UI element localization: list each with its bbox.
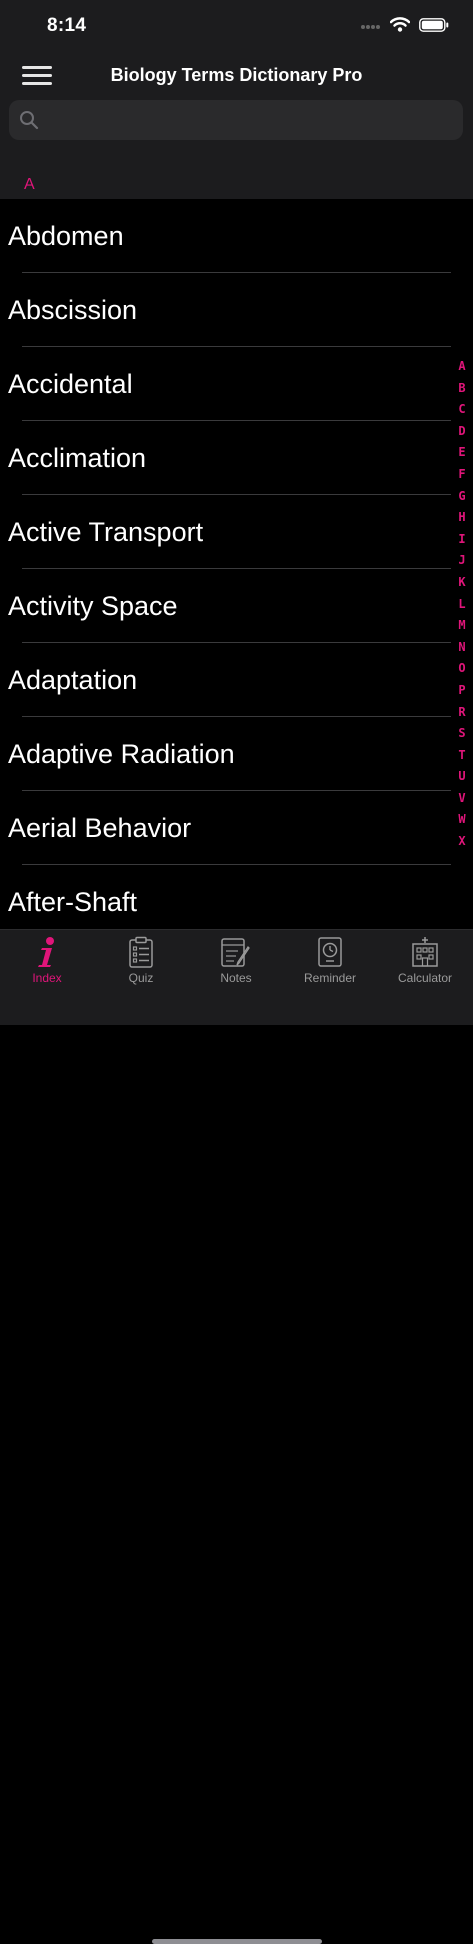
index-letter[interactable]: S	[458, 723, 465, 745]
index-letter[interactable]: E	[458, 442, 465, 464]
page-title: Biology Terms Dictionary Pro	[110, 65, 363, 85]
tab-bar: Index Quiz Notes Reminder Calculator	[0, 929, 473, 1944]
home-indicator	[152, 1939, 322, 1944]
section-letter: A	[24, 176, 35, 193]
index-letter[interactable]: L	[458, 594, 465, 616]
index-letter[interactable]: C	[458, 399, 465, 421]
list-item[interactable]: Active Transport	[0, 495, 451, 569]
navigation-bar: Biology Terms Dictionary Pro	[0, 52, 473, 100]
status-time: 8:14	[47, 15, 87, 36]
search-area	[0, 100, 473, 156]
tab-calculator[interactable]: Calculator	[378, 930, 472, 990]
tab-index[interactable]: Index	[0, 930, 94, 990]
index-letter[interactable]: X	[458, 831, 465, 853]
index-letter[interactable]: R	[458, 702, 465, 724]
tab-label: Reminder	[303, 971, 357, 985]
section-header: A	[0, 156, 473, 199]
index-letter[interactable]: H	[458, 507, 465, 529]
tab-label: Quiz	[128, 971, 154, 985]
search-box[interactable]	[9, 100, 463, 142]
term-label: Accidental	[8, 369, 133, 399]
index-letter[interactable]: N	[458, 637, 465, 659]
list-item[interactable]: Adaptive Radiation	[0, 717, 451, 791]
index-letter[interactable]: B	[458, 378, 465, 400]
term-label: Adaptive Radiation	[8, 739, 235, 769]
tab-label: Calculator	[397, 971, 453, 985]
index-letter[interactable]: W	[458, 809, 465, 831]
index-letter[interactable]: K	[458, 572, 465, 594]
term-list: Abdomen Abscission Accidental Acclimatio…	[0, 199, 451, 939]
list-item[interactable]: Acclimation	[0, 421, 451, 495]
cellular-signal-icon	[361, 18, 381, 36]
index-letter[interactable]: P	[458, 680, 465, 702]
term-label: Abdomen	[8, 221, 124, 251]
index-letter[interactable]: M	[458, 615, 465, 637]
list-item[interactable]: Accidental	[0, 347, 451, 421]
search-input[interactable]	[49, 100, 453, 142]
tab-label: Notes	[220, 971, 252, 985]
list-item[interactable]: Abscission	[0, 273, 451, 347]
term-label: After-Shaft	[8, 887, 138, 917]
index-letter[interactable]: I	[458, 529, 465, 551]
tab-quiz[interactable]: Quiz	[94, 930, 188, 990]
list-item[interactable]: Activity Space	[0, 569, 451, 643]
term-label: Aerial Behavior	[8, 813, 192, 843]
list-item[interactable]: After-Shaft	[0, 865, 451, 939]
term-label: Active Transport	[8, 517, 204, 547]
term-label: Acclimation	[8, 443, 147, 473]
index-letter[interactable]: U	[458, 766, 465, 788]
status-icons	[361, 17, 449, 37]
term-label: Abscission	[8, 295, 138, 325]
list-item[interactable]: Abdomen	[0, 199, 451, 273]
index-letter[interactable]: V	[458, 788, 465, 810]
term-label: Adaptation	[8, 665, 138, 695]
tab-label: Index	[32, 971, 62, 985]
search-icon	[19, 110, 39, 135]
list-item[interactable]: Aerial Behavior	[0, 791, 451, 865]
alphabet-index: A B C D E F G H I J K L M N O P R S T U …	[455, 356, 469, 853]
index-letter[interactable]: F	[458, 464, 465, 486]
index-letter[interactable]: A	[458, 356, 465, 378]
notes-icon	[189, 936, 283, 968]
term-label: Activity Space	[8, 591, 178, 621]
index-letter[interactable]: O	[458, 658, 465, 680]
info-icon	[0, 936, 94, 968]
index-letter[interactable]: G	[458, 486, 465, 508]
list-item[interactable]: Adaptation	[0, 643, 451, 717]
building-icon	[378, 936, 472, 968]
index-letter[interactable]: D	[458, 421, 465, 443]
clock-icon	[283, 936, 377, 968]
battery-icon	[419, 17, 449, 37]
index-letter[interactable]: J	[458, 550, 465, 572]
index-letter[interactable]: T	[458, 745, 465, 767]
tab-reminder[interactable]: Reminder	[283, 930, 377, 990]
clipboard-icon	[94, 936, 188, 968]
status-bar: 8:14	[0, 0, 473, 52]
tab-notes[interactable]: Notes	[189, 930, 283, 990]
wifi-icon	[389, 17, 411, 37]
